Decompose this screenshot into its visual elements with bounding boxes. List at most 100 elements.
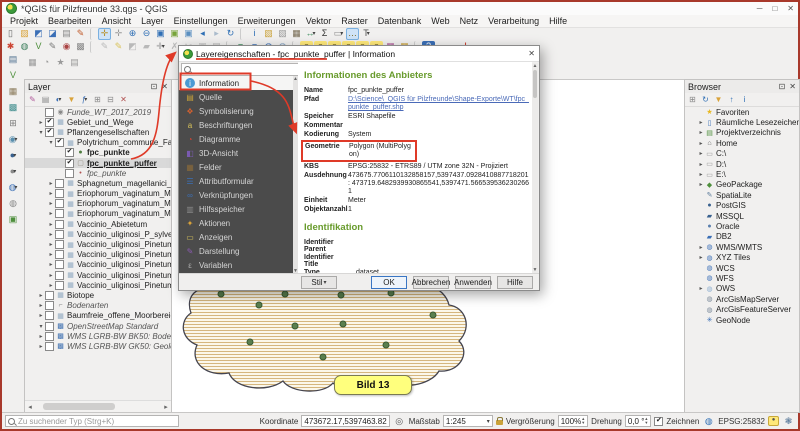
menu-item[interactable]: Netz (456, 16, 483, 26)
browser-item[interactable]: ● PostGIS (685, 201, 799, 211)
layer-checkbox[interactable] (55, 179, 64, 188)
expander-icon[interactable]: ▸ (47, 190, 55, 197)
open-layer-styling-icon[interactable]: ✎ (27, 94, 38, 105)
tab-variablen[interactable]: ε Variablen (179, 258, 293, 272)
dialog-search-input[interactable] (181, 63, 299, 76)
layer-item[interactable]: ▸ ▩ WMS LGRB-BW BK50: Bodenkarte (25, 331, 171, 341)
rotation-input[interactable]: 0,0 °▲▼ (625, 415, 652, 427)
expander-icon[interactable]: ▸ (697, 150, 705, 157)
extent-icon[interactable]: ◎ (393, 415, 406, 427)
new-map-view-icon[interactable]: ▦ (26, 56, 39, 68)
layer-checkbox[interactable] (55, 230, 64, 239)
expander-icon[interactable]: ▸ (47, 272, 55, 279)
tab-diagramme[interactable]: ◔ Diagramme (179, 132, 293, 146)
layer-checkbox[interactable] (55, 138, 64, 147)
layer-item[interactable]: ▸ ▦ Baumfreie_offene_Moorbereiche (25, 311, 171, 321)
add-spatialite-layer-icon[interactable]: ◉▾ (6, 133, 20, 146)
add-selected-layers-icon[interactable]: ⊞ (687, 94, 698, 105)
menu-item[interactable]: Datenbank (374, 16, 426, 26)
float-panel-icon[interactable]: ⊡ (779, 82, 786, 91)
zoom-out-icon[interactable]: ⊖ (140, 28, 153, 40)
layer-checkbox[interactable] (45, 322, 54, 331)
crs-globe-icon[interactable]: ◍ (702, 415, 715, 427)
toggle-editing-icon[interactable]: ✎ (112, 41, 125, 53)
menu-item[interactable]: Web (427, 16, 453, 26)
add-mesh-layer-icon[interactable]: ▩ (6, 101, 20, 114)
layer-item[interactable]: ▾ ▦ Polytrichum_commune_Fazies (25, 138, 171, 148)
save-project-as-icon[interactable]: ◪ (46, 28, 59, 40)
zoom-next-icon[interactable]: ▸ (210, 28, 223, 40)
add-delimited-text-icon[interactable]: ⊞ (6, 117, 20, 130)
expander-icon[interactable]: ▸ (37, 292, 45, 299)
layer-item[interactable]: ▾ ▩ OpenStreetMap Standard (25, 321, 171, 331)
expander-icon[interactable]: ▾ (37, 323, 45, 330)
expander-icon[interactable]: ▸ (47, 221, 55, 228)
maximize-button[interactable]: □ (772, 4, 777, 13)
scale-combobox[interactable]: 1:245▾ (443, 415, 493, 427)
layer-checkbox[interactable] (65, 169, 74, 178)
filter-expression-icon[interactable]: ƒ▾ (79, 94, 90, 105)
pan-map-icon[interactable]: ✛ (98, 28, 111, 40)
measure-line-icon[interactable]: ↔▾ (304, 28, 317, 40)
layer-checkbox[interactable] (45, 108, 54, 117)
new-project-icon[interactable]: ▯ (4, 28, 17, 40)
layer-item[interactable]: ▸ ▦ Sphagnetum_magellanici_Moor1 (25, 178, 171, 188)
expander-icon[interactable]: ▸ (697, 244, 705, 251)
browser-item[interactable]: ▸ ▭ E:\ (685, 169, 799, 179)
layer-checkbox[interactable] (55, 209, 64, 218)
layer-checkbox[interactable] (55, 220, 64, 229)
open-project-icon[interactable]: ▨ (18, 28, 31, 40)
scroll-right-icon[interactable]: ▸ (161, 403, 171, 411)
layer-checkbox[interactable] (45, 342, 54, 351)
crs-status[interactable]: EPSG:25832 (718, 417, 765, 426)
close-panel-icon[interactable]: ✕ (789, 82, 796, 91)
browser-item[interactable]: ✎ SpatiaLite (685, 190, 799, 200)
processing-tasks-icon[interactable]: ❃ (782, 415, 795, 427)
tab-3d-ansicht[interactable]: ◧ 3D-Ansicht (179, 146, 293, 160)
spinner-icon[interactable]: ▲▼ (644, 417, 648, 425)
annotation-pen-icon[interactable]: ✎ (46, 41, 59, 53)
browser-item[interactable]: ★ Favoriten (685, 107, 799, 117)
expander-icon[interactable]: ▸ (37, 302, 45, 309)
browser-item[interactable]: ▰ MSSQL (685, 211, 799, 221)
menu-item[interactable]: Verarbeitung (484, 16, 543, 26)
layer-checkbox[interactable] (45, 332, 54, 341)
browser-item[interactable]: ◍ ArcGisMapServer (685, 294, 799, 304)
expander-icon[interactable]: ▸ (47, 261, 55, 268)
add-group-icon[interactable]: ▤ (40, 94, 51, 105)
browser-item[interactable]: ◍ ArcGisFeatureServer (685, 304, 799, 314)
tab-beschriftungen[interactable]: a Beschriftungen (179, 118, 293, 132)
float-panel-icon[interactable]: ⊡ (151, 82, 158, 91)
tab-symbolisierung[interactable]: ❖ Symbolisierung (179, 104, 293, 118)
layer-checkbox[interactable] (55, 240, 64, 249)
menu-item[interactable]: Bearbeiten (44, 16, 96, 26)
checker-icon[interactable]: ▩ (74, 41, 87, 53)
locator-search-input[interactable]: Zu suchender Typ (Strg+K) (5, 415, 179, 427)
georeferencer-icon[interactable]: ◉ (60, 41, 73, 53)
layer-checkbox[interactable] (45, 311, 54, 320)
layer-item[interactable]: ▸ ▩ WMS LGRB-BW GK50: Geologisch (25, 341, 171, 351)
layer-panel-hscrollbar[interactable]: ◂ ▸ (25, 400, 171, 412)
layer-item[interactable]: ▸ ▦ Eriophorum_vaginatum_Moor3 (25, 199, 171, 209)
browser-item[interactable]: ◍ WFS (685, 273, 799, 283)
scrollbar-thumb[interactable] (43, 403, 115, 410)
manage-themes-icon[interactable]: ◐▾ (53, 94, 64, 105)
bookmarks-icon[interactable]: ★ (54, 56, 67, 68)
layer-checkbox[interactable] (65, 148, 74, 157)
layer-item[interactable]: ▾ ▦ Pflanzengesellschaften (25, 127, 171, 137)
menu-item[interactable]: Vektor (302, 16, 336, 26)
browser-item[interactable]: ✳ GeoNode (685, 315, 799, 325)
coordinate-input[interactable]: 473672.17,5397463.82 (301, 415, 389, 427)
minimize-button[interactable]: ─ (757, 4, 763, 13)
browser-item[interactable]: ● Oracle (685, 221, 799, 231)
expander-icon[interactable]: ▸ (37, 312, 45, 319)
browser-item[interactable]: ▸ ◍ XYZ Tiles (685, 252, 799, 262)
expander-icon[interactable]: ▸ (697, 129, 705, 136)
layer-checkbox[interactable] (45, 118, 54, 127)
open-attribute-table-icon[interactable]: ▦ (290, 28, 303, 40)
layer-checkbox[interactable] (45, 301, 54, 310)
filter-legend-icon[interactable]: ▼ (66, 94, 77, 105)
statistics-sum-icon[interactable]: Σ (318, 28, 331, 40)
layer-item[interactable]: ▸ ▦ Eriophorum_vaginatum_Molinia_ (25, 189, 171, 199)
layer-item[interactable]: ▸ ▦ Vaccinio_uliginosi_Pinetum_sylve (25, 250, 171, 260)
